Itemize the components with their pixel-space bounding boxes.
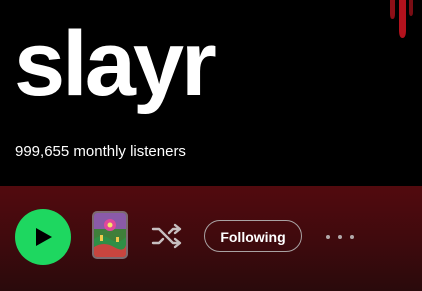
shuffle-icon xyxy=(151,223,182,249)
artist-header: slayr 999,655 monthly listeners xyxy=(0,0,422,186)
blood-drip-graphic xyxy=(390,0,413,38)
more-options-icon-dot xyxy=(338,235,342,239)
release-thumbnail[interactable] xyxy=(92,211,128,259)
more-options-icon-dot xyxy=(350,235,354,239)
action-bar: Following xyxy=(0,186,422,291)
monthly-listeners: 999,655 monthly listeners xyxy=(15,143,186,160)
artist-name: slayr xyxy=(14,13,217,115)
play-icon xyxy=(36,228,52,246)
play-button[interactable] xyxy=(15,209,71,265)
shuffle-button[interactable] xyxy=(150,223,184,249)
artist-page: slayr 999,655 monthly listeners Followin… xyxy=(0,0,422,291)
more-options-button[interactable] xyxy=(324,226,356,246)
following-button[interactable]: Following xyxy=(204,220,302,252)
more-options-icon xyxy=(326,235,330,239)
album-art-image xyxy=(94,213,126,257)
